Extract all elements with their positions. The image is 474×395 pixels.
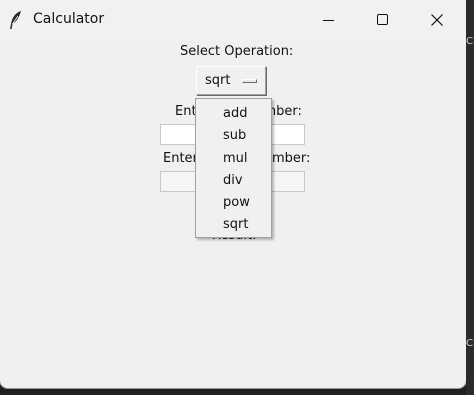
operation-menubutton[interactable]: sqrt (196, 66, 266, 95)
minimize-icon (323, 20, 334, 21)
menu-item-mul[interactable]: mul (196, 148, 271, 170)
maximize-icon (377, 14, 388, 25)
window-title: Calculator (33, 11, 105, 27)
select-operation-label: Select Operation: (180, 44, 294, 59)
background-window-fragment: C (466, 36, 473, 47)
calculator-window: Calculator Select Operation: sqrt Enter … (0, 0, 466, 388)
feather-icon (10, 11, 21, 29)
option-menu-indicator-icon (242, 79, 257, 83)
background-window-edge (466, 0, 474, 395)
menu-item-sqrt[interactable]: sqrt (196, 214, 271, 236)
menu-item-add[interactable]: add (196, 103, 271, 125)
selected-operation: sqrt (205, 73, 231, 88)
close-button[interactable] (414, 0, 460, 40)
minimize-button[interactable] (306, 0, 352, 40)
screen: Calculator Select Operation: sqrt Enter … (0, 0, 474, 395)
menu-item-div[interactable]: div (196, 170, 271, 192)
background-window-fragment: C (466, 338, 473, 349)
maximize-button[interactable] (360, 0, 406, 40)
menu-item-sub[interactable]: sub (196, 125, 271, 147)
operation-dropdown-menu: add sub mul div pow sqrt (195, 98, 272, 238)
menu-item-pow[interactable]: pow (196, 192, 271, 214)
title-bar[interactable]: Calculator (0, 0, 466, 40)
close-icon (431, 14, 443, 26)
